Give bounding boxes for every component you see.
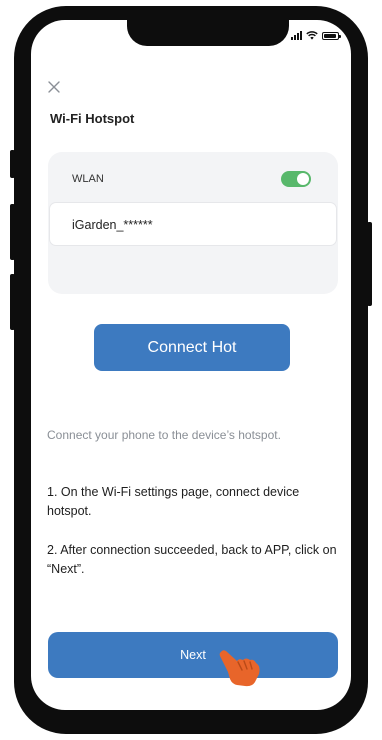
hotspot-hint: Connect your phone to the device’s hotsp… <box>47 428 281 442</box>
mute-switch <box>10 150 15 178</box>
wlan-toggle[interactable] <box>281 171 311 187</box>
battery-icon <box>322 31 341 40</box>
volume-down-button <box>10 274 15 330</box>
volume-up-button <box>10 204 15 260</box>
notch <box>127 20 289 46</box>
next-button[interactable]: Next <box>48 632 338 678</box>
hand-pointer-icon <box>219 650 260 687</box>
wlan-label: WLAN <box>72 173 104 185</box>
app-screen: Wi-Fi Hotspot WLAN iGarden_****** Connec… <box>31 20 351 710</box>
close-button[interactable] <box>47 80 61 94</box>
status-bar <box>291 31 341 40</box>
page-title: Wi-Fi Hotspot <box>50 111 135 126</box>
network-row[interactable]: iGarden_****** <box>49 202 337 246</box>
power-button <box>367 222 372 306</box>
close-icon <box>48 81 60 93</box>
network-name: iGarden_****** <box>72 218 153 232</box>
wifi-icon <box>306 31 318 40</box>
wlan-card: WLAN iGarden_****** <box>48 152 338 294</box>
instruction-step-2: 2. After connection succeeded, back to A… <box>47 543 337 576</box>
connect-hot-button[interactable]: Connect Hot <box>94 324 290 371</box>
signal-icon <box>291 31 302 40</box>
toggle-knob <box>297 173 309 185</box>
instruction-step-1: 1. On the Wi-Fi settings page, connect d… <box>47 485 300 518</box>
